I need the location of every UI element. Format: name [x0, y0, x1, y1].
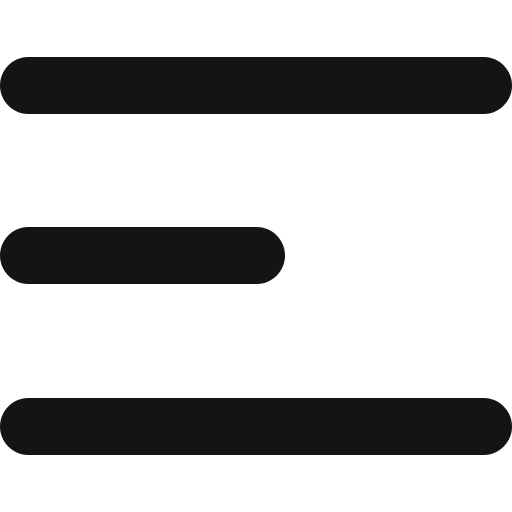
menu-line-bottom [0, 398, 512, 455]
menu-icon [0, 57, 512, 455]
menu-line-top [0, 57, 512, 114]
menu-button[interactable] [0, 0, 512, 512]
menu-line-middle [0, 227, 285, 284]
